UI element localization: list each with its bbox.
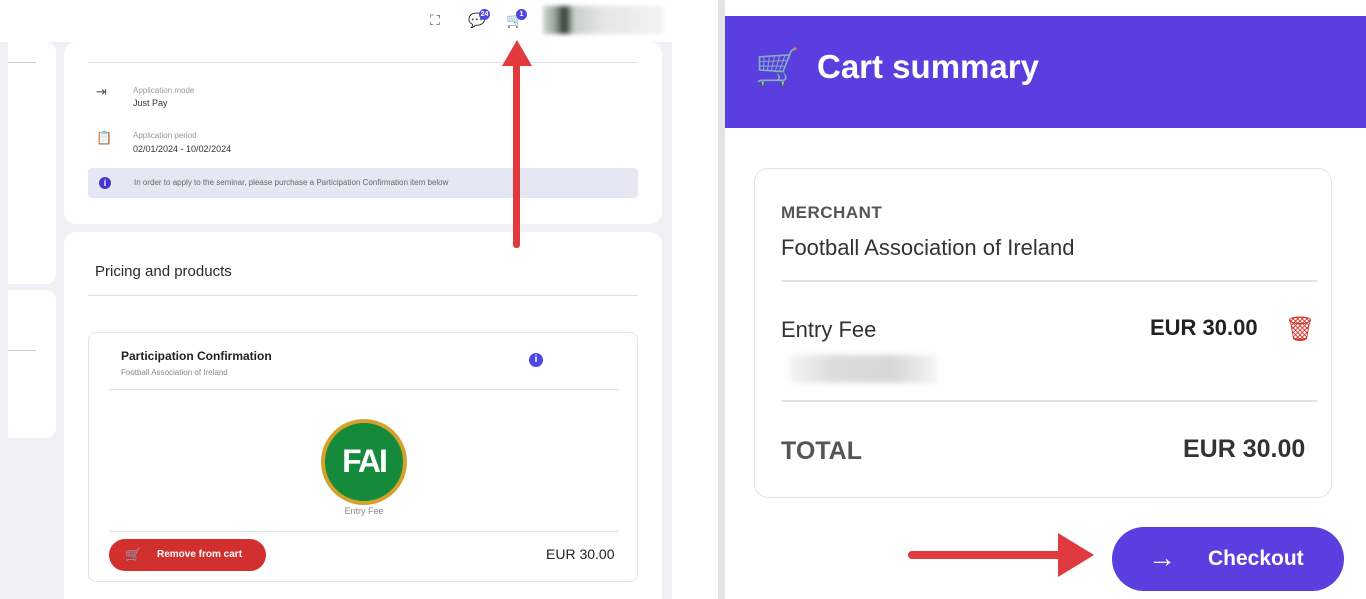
product-price: EUR 30.00 [546,546,615,562]
remove-from-cart-button[interactable]: 🛒 Remove from cart [109,539,266,571]
cart-summary-title: Cart summary [817,48,1039,85]
arrow-right-icon: → [1148,542,1176,573]
clipboard-clock-icon: 📋 [96,130,113,145]
fai-logo: FAI [321,419,407,505]
sign-in-icon: ⇥ [96,84,107,99]
notifications-badge: 24 [479,9,490,20]
sidebar-card [8,42,56,284]
cart-item-price: EUR 30.00 [1150,315,1258,340]
sidebar-card [8,290,56,438]
product-title: Participation Confirmation [121,349,272,363]
application-period-label: Application period [133,131,197,140]
merchant-label: MERCHANT [781,203,883,222]
divider [781,400,1317,402]
divider [109,389,619,390]
cart-badge: 1 [516,9,527,20]
remove-from-cart-label: Remove from cart [157,549,243,560]
fullscreen-icon[interactable]: ⛶ [430,12,440,29]
cart-icon: 🛒 [755,46,800,87]
sidebar-divider [8,350,36,351]
info-banner: i In order to apply to the seminar, plea… [88,168,638,198]
product-item-label: Entry Fee [344,506,384,516]
checkout-label: Checkout [1208,547,1304,570]
merchant-name: Football Association of Ireland [781,235,1075,260]
info-icon: i [99,177,111,189]
divider [88,62,638,63]
checkout-button[interactable]: → Checkout [1112,527,1344,591]
total-value: EUR 30.00 [1183,435,1306,463]
info-message: In order to apply to the seminar, please… [134,178,449,187]
total-label: TOTAL [781,437,863,465]
application-mode-value: Just Pay [133,98,168,108]
product-card: Participation Confirmation Football Asso… [88,332,638,582]
sidebar-divider [8,62,36,63]
cart-summary-card: MERCHANT Football Association of Ireland… [754,168,1332,498]
pricing-section-title: Pricing and products [95,263,232,280]
divider [781,280,1317,282]
product-info-icon[interactable]: i [529,353,543,367]
application-mode-label: Application mode [133,86,195,95]
blurred-detail [789,355,937,383]
user-avatar-blurred[interactable] [543,6,663,34]
cart-remove-icon: 🛒 [125,547,142,562]
panel-border [718,0,725,599]
event-page-screenshot: ⛶ 💬 24 🛒 1 ⇥ Application mode Just Pay 📋… [0,0,672,599]
cart-summary-header: 🛒 Cart summary [725,16,1366,128]
application-period-value: 02/01/2024 - 10/02/2024 [133,144,232,154]
logo-text: FAI [342,443,388,479]
product-merchant: Football Association of Ireland [121,368,228,377]
cart-item-name: Entry Fee [781,317,877,342]
divider [88,295,638,296]
cart-summary-screenshot: 🛒 Cart summary MERCHANT Football Associa… [718,0,1366,599]
divider [109,531,619,532]
trash-icon[interactable]: 🗑 [1285,315,1315,344]
